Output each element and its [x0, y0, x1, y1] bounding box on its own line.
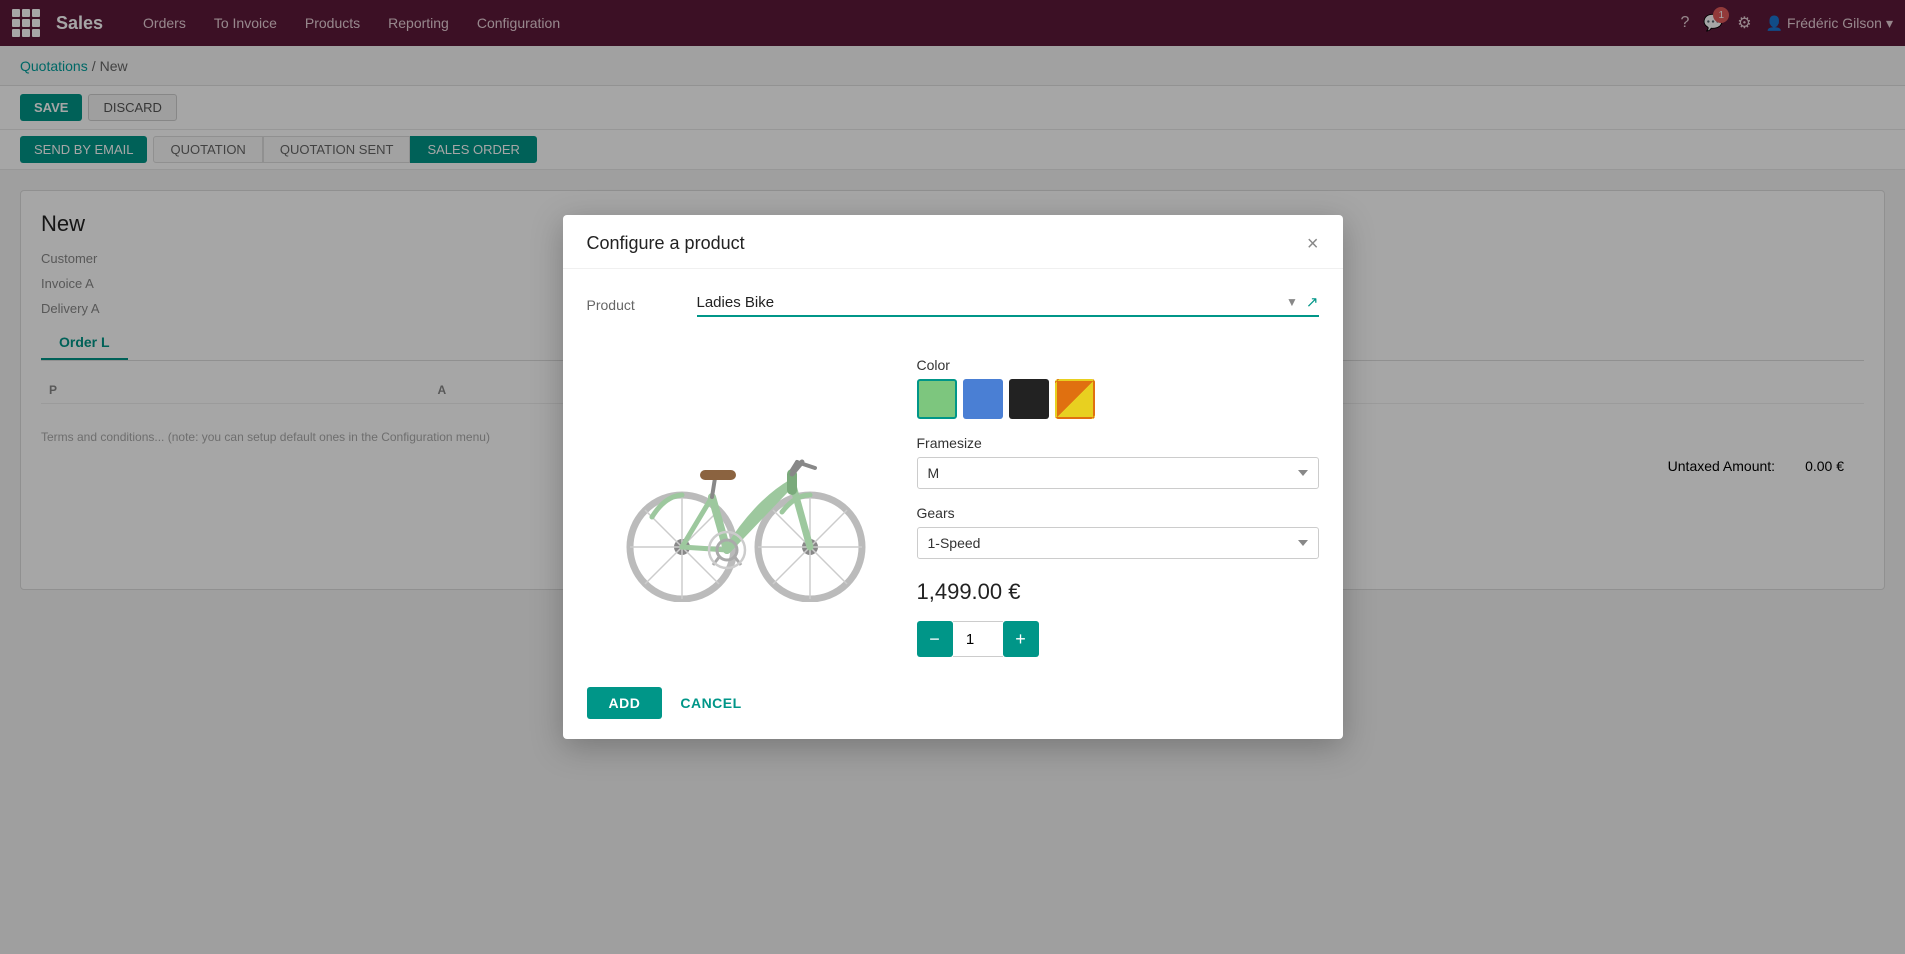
framesize-label: Framesize [917, 435, 1319, 451]
add-button[interactable]: ADD [587, 687, 663, 719]
product-input[interactable] [697, 294, 1287, 311]
product-config-modal: Configure a product × Product ▼ ↗ [563, 215, 1343, 739]
product-row: Product ▼ ↗ [587, 293, 1319, 317]
qty-controls: − + [917, 621, 1319, 657]
qty-input[interactable] [953, 621, 1003, 657]
color-swatch-orange[interactable] [1055, 379, 1095, 419]
product-dropdown-arrow-icon[interactable]: ▼ [1286, 295, 1298, 309]
framesize-option: Framesize M S L XL [917, 435, 1319, 489]
product-label: Product [587, 297, 677, 313]
modal-footer: ADD CANCEL [563, 673, 1343, 739]
gears-select[interactable]: 1-Speed 3-Speed 7-Speed 21-Speed [917, 527, 1319, 559]
price-display: 1,499.00 € [917, 579, 1319, 605]
modal-close-button[interactable]: × [1307, 234, 1319, 254]
bike-image-area [587, 347, 887, 657]
color-swatch-black[interactable] [1009, 379, 1049, 419]
modal-header: Configure a product × [563, 215, 1343, 269]
qty-plus-button[interactable]: + [1003, 621, 1039, 657]
color-label: Color [917, 357, 1319, 373]
color-swatch-blue[interactable] [963, 379, 1003, 419]
color-swatches [917, 379, 1319, 419]
modal-overlay: Configure a product × Product ▼ ↗ [0, 0, 1905, 954]
options-area: Color Framesize M S [917, 347, 1319, 657]
framesize-select[interactable]: M S L XL [917, 457, 1319, 489]
color-swatch-green[interactable] [917, 379, 957, 419]
cancel-button[interactable]: CANCEL [674, 687, 747, 719]
product-external-link-icon[interactable]: ↗ [1306, 293, 1319, 311]
qty-minus-button[interactable]: − [917, 621, 953, 657]
gears-option: Gears 1-Speed 3-Speed 7-Speed 21-Speed [917, 505, 1319, 559]
bike-image [597, 402, 877, 602]
modal-title: Configure a product [587, 233, 745, 254]
gears-label: Gears [917, 505, 1319, 521]
product-input-wrap: ▼ ↗ [697, 293, 1319, 317]
color-option: Color [917, 357, 1319, 419]
config-area: Color Framesize M S [587, 347, 1319, 657]
modal-body: Product ▼ ↗ [563, 269, 1343, 673]
